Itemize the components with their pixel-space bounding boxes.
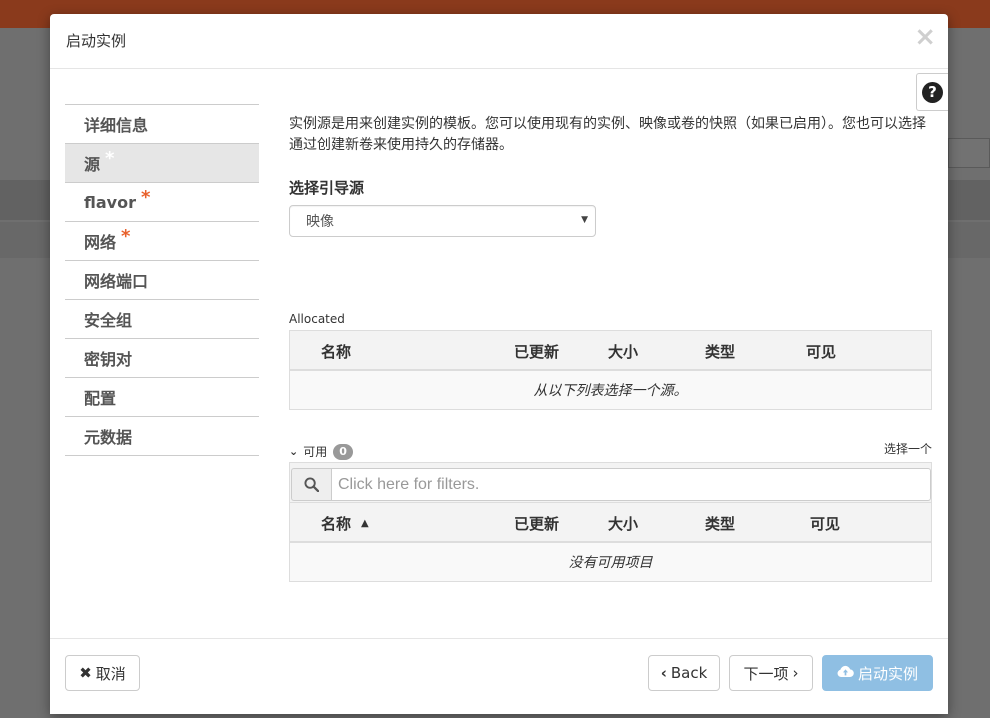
nav-item-label: 密钥对 — [84, 350, 133, 369]
nav-item-label: 元数据 — [84, 428, 133, 447]
help-button[interactable]: ? — [916, 73, 948, 111]
launch-instance-button[interactable]: 启动实例 — [822, 655, 933, 691]
help-icon: ? — [922, 81, 943, 103]
launch-instance-modal: 启动实例 × ? 详细信息 源 * flavor * 网络 * 网络端口 安全组… — [50, 14, 948, 714]
column-header-type[interactable]: 类型 — [705, 341, 735, 362]
cloud-upload-icon — [837, 664, 854, 682]
filter-input[interactable] — [331, 468, 931, 501]
chevron-down-icon: ⌄ — [289, 445, 299, 458]
required-marker: * — [105, 147, 115, 169]
nav-item-security-groups[interactable]: 安全组 — [65, 300, 259, 339]
column-header-name[interactable]: 名称 ▲ — [321, 513, 369, 534]
nav-item-source[interactable]: 源 * — [65, 144, 259, 183]
allocated-table: 名称 已更新 大小 类型 可见 从以下列表选择一个源。 — [289, 330, 932, 410]
cancel-button[interactable]: ✖ 取消 — [65, 655, 140, 691]
filter-bar — [290, 463, 931, 503]
wizard-nav: 详细信息 源 * flavor * 网络 * 网络端口 安全组 密钥对 配置 元… — [65, 104, 259, 456]
column-header-visibility[interactable]: 可见 — [810, 513, 840, 534]
modal-header: 启动实例 × — [50, 14, 948, 69]
select-one-hint: 选择一个 — [883, 442, 932, 456]
table-header: 名称 已更新 大小 类型 可见 — [290, 331, 931, 371]
modal-footer: ✖ 取消 ‹ Back 下一项 › 启动实例 — [50, 638, 948, 718]
caret-down-icon: ▼ — [581, 215, 588, 225]
back-button[interactable]: ‹ Back — [648, 655, 720, 691]
background-select — [948, 138, 990, 168]
nav-item-label: 安全组 — [84, 311, 133, 330]
nav-item-key-pair[interactable]: 密钥对 — [65, 339, 259, 378]
nav-item-flavor[interactable]: flavor * — [65, 183, 259, 222]
available-table: 名称 ▲ 已更新 大小 类型 可见 没有可用项目 — [289, 462, 932, 582]
column-header-visibility[interactable]: 可见 — [806, 341, 836, 362]
column-header-updated[interactable]: 已更新 — [514, 513, 559, 534]
nav-item-label: 详细信息 — [84, 116, 149, 135]
allocated-label: Allocated — [289, 312, 345, 326]
source-panel: 实例源是用来创建实例的模板。您可以使用现有的实例、映像或卷的快照（如果已启用）。… — [289, 114, 932, 582]
available-toggle[interactable]: ⌄ 可用 0 — [289, 443, 353, 460]
nav-item-label: 网络 — [84, 233, 117, 252]
nav-item-label: flavor — [84, 192, 136, 212]
nav-item-label: 源 — [84, 155, 101, 174]
column-header-size[interactable]: 大小 — [608, 341, 638, 362]
required-marker: * — [140, 186, 151, 208]
nav-item-metadata[interactable]: 元数据 — [65, 417, 259, 456]
nav-item-label: 配置 — [84, 389, 117, 408]
available-count-badge: 0 — [333, 443, 353, 460]
source-description: 实例源是用来创建实例的模板。您可以使用现有的实例、映像或卷的快照（如果已启用）。… — [289, 116, 926, 153]
nav-item-network[interactable]: 网络 * — [65, 222, 259, 261]
nav-item-label: 网络端口 — [84, 272, 149, 291]
chevron-left-icon: ‹ — [660, 664, 667, 682]
boot-source-select[interactable]: 映像 ▼ — [289, 205, 596, 237]
allocated-empty-message: 从以下列表选择一个源。 — [290, 371, 931, 409]
launch-instance-button-label: 启动实例 — [857, 664, 918, 683]
chevron-right-icon: › — [792, 664, 799, 682]
next-button-label: 下一项 — [743, 664, 789, 683]
nav-item-configuration[interactable]: 配置 — [65, 378, 259, 417]
column-header-type[interactable]: 类型 — [705, 513, 735, 534]
sort-ascending-icon: ▲ — [361, 518, 369, 529]
column-header-size[interactable]: 大小 — [608, 513, 638, 534]
available-empty-message: 没有可用项目 — [290, 543, 931, 581]
next-button[interactable]: 下一项 › — [729, 655, 813, 691]
available-label: 可用 — [303, 445, 328, 459]
close-icon[interactable]: × — [914, 24, 936, 50]
search-icon — [291, 468, 331, 501]
nav-item-network-ports[interactable]: 网络端口 — [65, 261, 259, 300]
back-button-label: Back — [670, 664, 708, 682]
modal-title: 启动实例 — [66, 32, 127, 50]
column-header-updated[interactable]: 已更新 — [514, 341, 559, 362]
close-icon: ✖ — [79, 664, 92, 682]
boot-source-value: 映像 — [306, 214, 334, 230]
boot-source-label: 选择引导源 — [289, 179, 365, 197]
required-marker: * — [121, 225, 131, 247]
nav-item-details[interactable]: 详细信息 — [65, 105, 259, 144]
cancel-button-label: 取消 — [95, 664, 126, 683]
table-header: 名称 ▲ 已更新 大小 类型 可见 — [290, 503, 931, 543]
column-header-label: 名称 — [321, 515, 352, 533]
column-header-name[interactable]: 名称 — [321, 341, 351, 362]
